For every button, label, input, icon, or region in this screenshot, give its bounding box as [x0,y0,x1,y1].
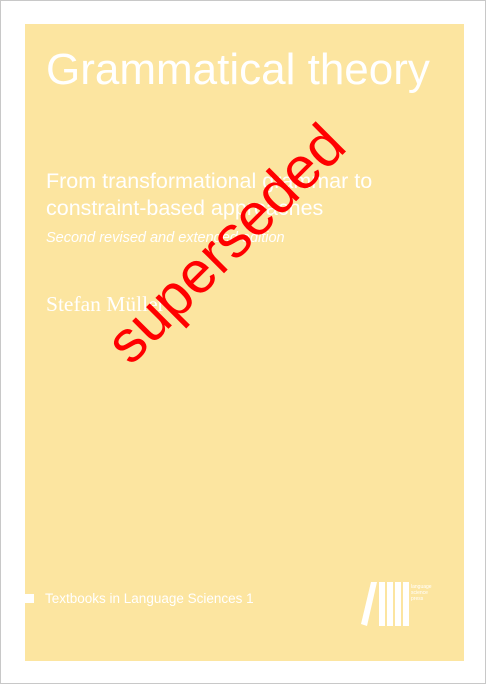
book-cover: Grammatical theory From transformational… [25,24,464,661]
series-marker-icon [25,594,34,603]
publisher-logo-text: language science press [411,584,432,602]
pdf-page: Grammatical theory From transformational… [0,0,486,684]
series-name: Textbooks in Language Sciences 1 [45,591,254,606]
book-title: Grammatical theory [46,45,430,94]
